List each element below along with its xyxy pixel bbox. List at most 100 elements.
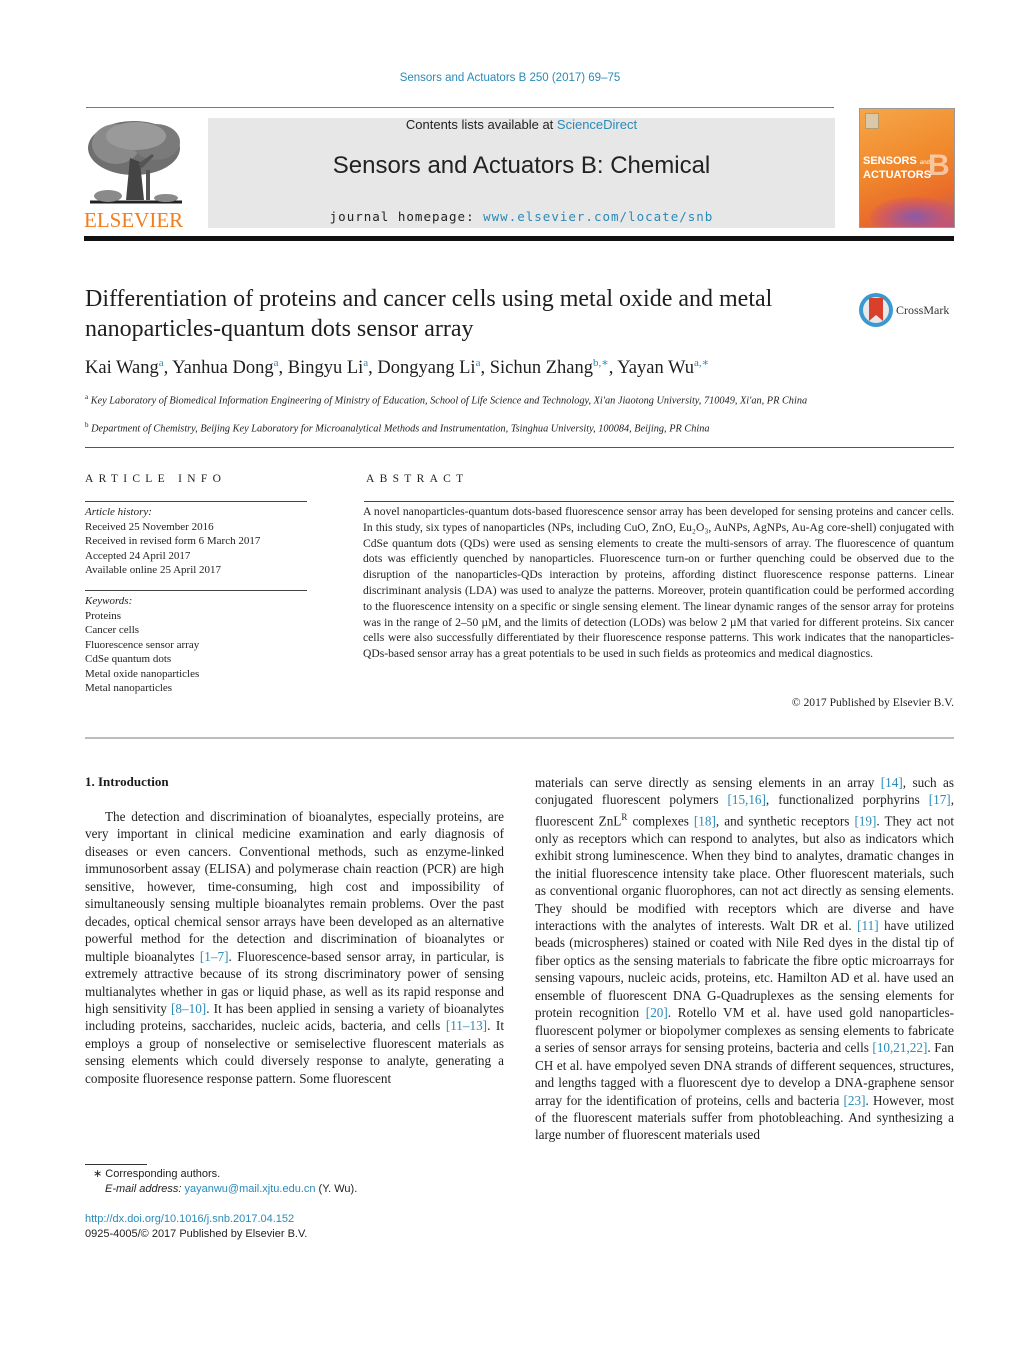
author-name[interactable]: Kai Wang <box>85 358 159 378</box>
author-name[interactable]: Yanhua Dong <box>172 358 273 378</box>
doi-block: http://dx.doi.org/10.1016/j.snb.2017.04.… <box>85 1212 307 1242</box>
abstract-heading: ABSTRACT <box>366 473 469 485</box>
crossmark-label: CrossMark <box>896 302 950 317</box>
author-affiliation-sup[interactable]: b,∗ <box>593 357 609 369</box>
citation-link[interactable]: [1–7] <box>200 949 229 964</box>
header-rule <box>86 107 834 108</box>
body-column-right: materials can serve directly as sensing … <box>535 774 954 1144</box>
author-name[interactable]: Yayan Wu <box>617 358 694 378</box>
author-name[interactable]: Dongyang Li <box>377 358 475 378</box>
article-title: Differentiation of proteins and cancer c… <box>85 286 773 342</box>
elsevier-wordmark: ELSEVIER <box>84 208 184 232</box>
elsevier-logo[interactable]: ELSEVIER <box>84 118 188 232</box>
history-item: Accepted 24 April 2017 <box>85 549 191 562</box>
affiliation-b: b Department of Chemistry, Beijing Key L… <box>85 418 885 436</box>
affiliation-text: Key Laboratory of Biomedical Information… <box>90 395 808 407</box>
crossmark-badge[interactable]: CrossMark <box>858 290 958 330</box>
journal-title: Sensors and Actuators B: Chemical <box>332 152 711 179</box>
body-text: , and synthetic receptors <box>715 813 855 829</box>
article-info-rule <box>85 501 307 502</box>
keyword-item: Proteins <box>85 609 122 622</box>
author-name[interactable]: Bingyu Li <box>288 358 364 378</box>
keyword-item: Fluorescence sensor array <box>85 638 200 651</box>
citation-link[interactable]: [14] <box>881 775 903 790</box>
article-history-label: Article history: <box>85 506 152 518</box>
author-separator: , <box>608 358 618 379</box>
abstract-copyright: © 2017 Published by Elsevier B.V. <box>791 696 954 709</box>
affiliation-text: Department of Chemistry, Beijing Key Lab… <box>91 423 710 435</box>
issn-line: 0925-4005/© 2017 Published by Elsevier B… <box>85 1228 308 1240</box>
citation-link[interactable]: [10,21,22] <box>872 1040 927 1055</box>
body-text: , functionalized porphyrins <box>765 792 929 808</box>
affiliation-a: a Key Laboratory of Biomedical Informati… <box>85 390 845 408</box>
footnote-star: ∗ <box>93 1168 103 1180</box>
email-note: E-mail address: yayanwu@mail.xjtu.edu.cn… <box>93 1182 473 1197</box>
journal-homepage-link[interactable]: www.elsevier.com/locate/snb <box>483 209 713 224</box>
citation-link[interactable]: [19] <box>854 813 876 828</box>
citation-link[interactable]: [8–10] <box>171 1001 206 1016</box>
abstract-divider <box>85 737 954 739</box>
cover-decoration <box>870 197 954 227</box>
author-affiliation-sup[interactable]: a,∗ <box>694 357 709 369</box>
affiliation-key: a <box>85 393 89 401</box>
body-column-left: The detection and discrimination of bioa… <box>85 808 504 1087</box>
journal-cover-image[interactable]: B SENSORS and ACTUATORS <box>859 108 955 228</box>
contents-line: Contents lists available at ScienceDirec… <box>208 117 835 132</box>
author-separator: , <box>480 358 490 379</box>
title-divider <box>85 447 954 448</box>
cover-title-small: and <box>919 160 930 166</box>
doi-link[interactable]: http://dx.doi.org/10.1016/j.snb.2017.04.… <box>85 1213 294 1225</box>
keyword-item: Cancer cells <box>85 624 140 636</box>
contents-prefix: Contents lists available at <box>405 117 557 132</box>
footnotes: ∗ Corresponding authors. E-mail address:… <box>93 1167 473 1197</box>
article-info-heading: ARTICLE INFO <box>85 473 227 485</box>
keyword-item: Metal oxide nanoparticles <box>85 667 200 680</box>
history-item: Received 25 November 2016 <box>85 520 214 533</box>
keyword-item: CdSe quantum dots <box>85 653 172 665</box>
author-list: Kai Wanga, Yanhua Donga, Bingyu Lia, Don… <box>85 356 945 379</box>
cover-title-line2: ACTUATORS <box>863 169 932 181</box>
author-name[interactable]: Sichun Zhang <box>490 358 593 378</box>
citation-link[interactable]: [11] <box>857 918 878 933</box>
crossmark-icon <box>859 293 893 327</box>
journal-citation[interactable]: Sensors and Actuators B 250 (2017) 69–75 <box>0 72 1020 84</box>
body-text: The detection and discrimination of bioa… <box>85 809 504 964</box>
cover-title-line1: SENSORS <box>863 155 917 167</box>
history-item: Available online 25 April 2017 <box>85 564 222 576</box>
body-text: . They act not only as receptors which c… <box>535 813 954 934</box>
keywords: Keywords: Proteins Cancer cells Fluoresc… <box>85 594 315 696</box>
keywords-rule <box>85 590 307 591</box>
body-text: complexes <box>627 813 694 829</box>
corresponding-author-note: ∗ Corresponding authors. <box>93 1167 473 1182</box>
homepage-prefix: journal homepage: <box>329 209 484 224</box>
cover-title: SENSORS and ACTUATORS <box>863 155 931 181</box>
keywords-label: Keywords: <box>85 595 133 607</box>
citation-link[interactable]: [18] <box>694 813 716 828</box>
footnote-rule <box>85 1164 147 1165</box>
keyword-item: Metal nanoparticles <box>85 682 173 694</box>
abstract-text: A novel nanoparticles-quantum dots-based… <box>363 505 954 661</box>
corresponding-label: Corresponding authors. <box>105 1168 221 1180</box>
sciencedirect-link[interactable]: ScienceDirect <box>557 117 637 132</box>
author-separator: , <box>163 358 173 379</box>
citation-link[interactable]: [23] <box>844 1093 866 1108</box>
email-suffix: (Y. Wu). <box>315 1183 358 1195</box>
affiliation-key: b <box>85 421 89 429</box>
citation-link[interactable]: [15,16] <box>727 792 765 807</box>
article-history: Article history: Received 25 November 20… <box>85 505 315 578</box>
author-separator: , <box>278 358 288 379</box>
citation-link[interactable]: [17] <box>929 792 951 807</box>
history-item: Received in revised form 6 March 2017 <box>85 535 261 547</box>
email-link[interactable]: yayanwu@mail.xjtu.edu.cn <box>184 1183 315 1195</box>
citation-link[interactable]: [20] <box>646 1005 668 1020</box>
elsevier-tree-icon <box>86 118 186 206</box>
journal-homepage-line: journal homepage: www.elsevier.com/locat… <box>208 209 835 224</box>
abstract-rule <box>364 501 954 502</box>
citation-link[interactable]: [11–13] <box>446 1018 487 1033</box>
cover-elsevier-icon <box>865 113 879 129</box>
cover-letter: B <box>928 149 950 182</box>
body-text: materials can serve directly as sensing … <box>535 775 881 790</box>
email-label: E-mail address: <box>105 1183 182 1195</box>
header-thick-rule <box>84 236 954 241</box>
section-heading-introduction: 1. Introduction <box>85 774 169 789</box>
